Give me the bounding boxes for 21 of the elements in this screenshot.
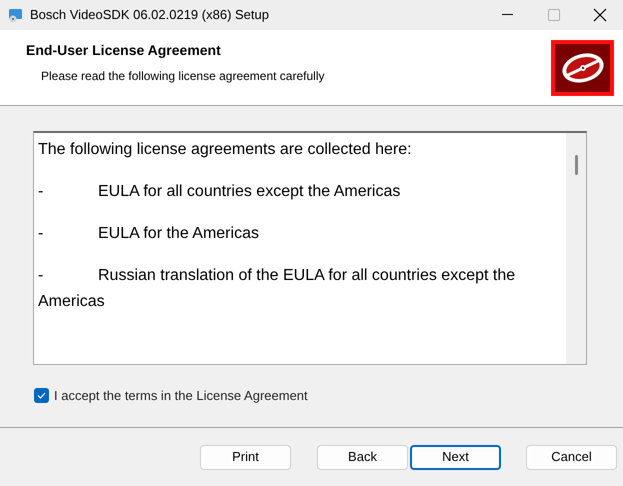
license-text-area[interactable]: The following license agreements are collected here: - EULA for all countries except the Americas - EULA for the Americas - Russian translation of the EULA for all countries except the Americas — [33, 131, 587, 365]
accept-label[interactable]: I accept the terms in the License Agreement — [54, 386, 308, 406]
license-list-item: - EULA for all countries except the Americas — [38, 182, 402, 202]
minimize-icon — [502, 14, 514, 16]
accept-checkbox[interactable] — [34, 388, 49, 404]
dialog-button[interactable]: Cancel — [526, 444, 617, 470]
dialog-button[interactable]: Next — [410, 444, 501, 470]
maximize-icon — [548, 9, 560, 21]
license-list-item: - Russian translation of the EULA for all countries except the Americas — [38, 266, 516, 312]
page-subtitle: Please read the following license agreement carefully — [41, 68, 326, 85]
dialog-button[interactable]: Back — [317, 444, 408, 470]
close-icon — [593, 8, 607, 22]
setup-icon — [8, 7, 24, 23]
check-icon — [37, 392, 46, 400]
disc-logo-icon — [551, 40, 614, 96]
license-list-item: - EULA for the Americas — [38, 224, 260, 244]
dialog-button[interactable]: Print — [200, 444, 291, 470]
scrollbar[interactable] — [566, 133, 586, 364]
page-title: End-User License Agreement — [26, 41, 222, 60]
window-title: Bosch VideoSDK 06.02.0219 (x86) Setup — [30, 6, 269, 24]
license-intro: The following license agreements are collected here: — [38, 140, 413, 160]
